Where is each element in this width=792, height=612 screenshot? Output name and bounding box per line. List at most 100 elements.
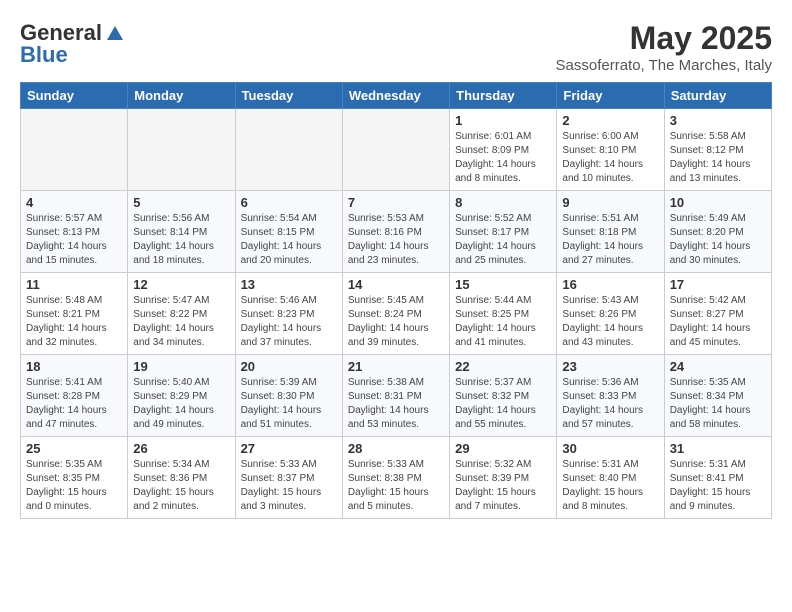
- calendar-cell: [21, 109, 128, 191]
- day-number: 5: [133, 195, 229, 210]
- day-info: Sunrise: 5:37 AM Sunset: 8:32 PM Dayligh…: [455, 376, 551, 432]
- calendar-cell: 3 Sunrise: 5:58 AM Sunset: 8:12 PM Daylig…: [664, 109, 771, 191]
- day-number: 20: [241, 359, 337, 374]
- day-number: 26: [133, 441, 229, 456]
- day-number: 21: [348, 359, 444, 374]
- calendar-cell: 19Sunrise: 5:40 AM Sunset: 8:29 PM Dayli…: [128, 355, 235, 437]
- day-info: Sunrise: 5:35 AM Sunset: 8:35 PM Dayligh…: [26, 458, 122, 514]
- day-number: 16: [562, 277, 658, 292]
- calendar-cell: 6Sunrise: 5:54 AM Sunset: 8:15 PM Daylig…: [235, 191, 342, 273]
- day-number: 8: [455, 195, 551, 210]
- title-area: May 2025 Sassoferrato, The Marches, Ital…: [556, 20, 772, 74]
- calendar-cell: 24 Sunrise: 5:35 AM Sunset: 8:34 PM Dayli…: [664, 355, 771, 437]
- calendar-cell: 16 Sunrise: 5:43 AM Sunset: 8:26 PM Dayli…: [557, 273, 664, 355]
- day-info: Sunrise: 5:53 AM Sunset: 8:16 PM Dayligh…: [348, 212, 444, 268]
- day-info: Sunrise: 5:44 AM Sunset: 8:25 PM Dayligh…: [455, 294, 551, 350]
- day-info: Sunrise: 5:51 AM Sunset: 8:18 PM Dayligh…: [562, 212, 658, 268]
- calendar-cell: 7Sunrise: 5:53 AM Sunset: 8:16 PM Daylig…: [342, 191, 449, 273]
- calendar-cell: [128, 109, 235, 191]
- day-info: Sunrise: 5:31 AM Sunset: 8:41 PM Dayligh…: [670, 458, 766, 514]
- day-info: Sunrise: 5:56 AM Sunset: 8:14 PM Dayligh…: [133, 212, 229, 268]
- day-info: Sunrise: 5:48 AM Sunset: 8:21 PM Dayligh…: [26, 294, 122, 350]
- logo-triangle-icon: [104, 22, 126, 44]
- calendar-cell: 18 Sunrise: 5:41 AM Sunset: 8:28 PM Dayli…: [21, 355, 128, 437]
- day-info: Sunrise: 5:35 AM Sunset: 8:34 PM Dayligh…: [670, 376, 766, 432]
- day-number: 14: [348, 277, 444, 292]
- day-info: Sunrise: 5:36 AM Sunset: 8:33 PM Dayligh…: [562, 376, 658, 432]
- logo-blue-text: Blue: [20, 42, 68, 68]
- calendar-week-row: 4Sunrise: 5:57 AM Sunset: 8:13 PM Daylig…: [21, 191, 772, 273]
- day-number: 13: [241, 277, 337, 292]
- calendar-cell: 10 Sunrise: 5:49 AM Sunset: 8:20 PM Dayli…: [664, 191, 771, 273]
- day-info: Sunrise: 5:39 AM Sunset: 8:30 PM Dayligh…: [241, 376, 337, 432]
- day-info: Sunrise: 5:41 AM Sunset: 8:28 PM Dayligh…: [26, 376, 122, 432]
- calendar-header-row: SundayMondayTuesdayWednesdayThursdayFrid…: [21, 83, 772, 109]
- logo: General Blue: [20, 20, 126, 68]
- calendar-week-row: 18 Sunrise: 5:41 AM Sunset: 8:28 PM Dayli…: [21, 355, 772, 437]
- day-number: 12: [133, 277, 229, 292]
- calendar-cell: 31 Sunrise: 5:31 AM Sunset: 8:41 PM Dayli…: [664, 437, 771, 519]
- day-number: 31: [670, 441, 766, 456]
- calendar-cell: 5 Sunrise: 5:56 AM Sunset: 8:14 PM Daylig…: [128, 191, 235, 273]
- calendar-cell: [342, 109, 449, 191]
- calendar-cell: 8 Sunrise: 5:52 AM Sunset: 8:17 PM Daylig…: [450, 191, 557, 273]
- calendar-table: SundayMondayTuesdayWednesdayThursdayFrid…: [20, 82, 772, 519]
- day-number: 10: [670, 195, 766, 210]
- calendar-cell: 28 Sunrise: 5:33 AM Sunset: 8:38 PM Dayli…: [342, 437, 449, 519]
- calendar-week-row: 25 Sunrise: 5:35 AM Sunset: 8:35 PM Dayli…: [21, 437, 772, 519]
- calendar-week-row: 11Sunrise: 5:48 AM Sunset: 8:21 PM Dayli…: [21, 273, 772, 355]
- calendar-cell: 23 Sunrise: 5:36 AM Sunset: 8:33 PM Dayli…: [557, 355, 664, 437]
- calendar-cell: 30 Sunrise: 5:31 AM Sunset: 8:40 PM Dayli…: [557, 437, 664, 519]
- day-number: 15: [455, 277, 551, 292]
- day-info: Sunrise: 5:43 AM Sunset: 8:26 PM Dayligh…: [562, 294, 658, 350]
- day-number: 22: [455, 359, 551, 374]
- calendar-cell: 15 Sunrise: 5:44 AM Sunset: 8:25 PM Dayli…: [450, 273, 557, 355]
- day-number: 6: [241, 195, 337, 210]
- calendar-cell: 20 Sunrise: 5:39 AM Sunset: 8:30 PM Dayli…: [235, 355, 342, 437]
- calendar-cell: 13 Sunrise: 5:46 AM Sunset: 8:23 PM Dayli…: [235, 273, 342, 355]
- calendar-cell: 17 Sunrise: 5:42 AM Sunset: 8:27 PM Dayli…: [664, 273, 771, 355]
- day-info: Sunrise: 5:33 AM Sunset: 8:37 PM Dayligh…: [241, 458, 337, 514]
- day-info: Sunrise: 5:58 AM Sunset: 8:12 PM Dayligh…: [670, 130, 766, 186]
- day-number: 3: [670, 113, 766, 128]
- day-header-thursday: Thursday: [450, 83, 557, 109]
- day-number: 25: [26, 441, 122, 456]
- calendar-cell: 11Sunrise: 5:48 AM Sunset: 8:21 PM Dayli…: [21, 273, 128, 355]
- month-title: May 2025: [556, 20, 772, 57]
- location: Sassoferrato, The Marches, Italy: [556, 57, 772, 74]
- day-header-wednesday: Wednesday: [342, 83, 449, 109]
- day-info: Sunrise: 5:46 AM Sunset: 8:23 PM Dayligh…: [241, 294, 337, 350]
- calendar-cell: 9Sunrise: 5:51 AM Sunset: 8:18 PM Daylig…: [557, 191, 664, 273]
- day-number: 29: [455, 441, 551, 456]
- day-info: Sunrise: 5:33 AM Sunset: 8:38 PM Dayligh…: [348, 458, 444, 514]
- day-info: Sunrise: 5:42 AM Sunset: 8:27 PM Dayligh…: [670, 294, 766, 350]
- day-number: 1: [455, 113, 551, 128]
- day-number: 30: [562, 441, 658, 456]
- day-header-friday: Friday: [557, 83, 664, 109]
- calendar-cell: 2 Sunrise: 6:00 AM Sunset: 8:10 PM Daylig…: [557, 109, 664, 191]
- calendar-cell: 21Sunrise: 5:38 AM Sunset: 8:31 PM Dayli…: [342, 355, 449, 437]
- calendar-cell: 4Sunrise: 5:57 AM Sunset: 8:13 PM Daylig…: [21, 191, 128, 273]
- day-header-sunday: Sunday: [21, 83, 128, 109]
- day-header-saturday: Saturday: [664, 83, 771, 109]
- day-number: 4: [26, 195, 122, 210]
- day-number: 17: [670, 277, 766, 292]
- day-info: Sunrise: 5:52 AM Sunset: 8:17 PM Dayligh…: [455, 212, 551, 268]
- day-number: 28: [348, 441, 444, 456]
- day-info: Sunrise: 5:31 AM Sunset: 8:40 PM Dayligh…: [562, 458, 658, 514]
- calendar-cell: 22 Sunrise: 5:37 AM Sunset: 8:32 PM Dayli…: [450, 355, 557, 437]
- calendar-cell: 27Sunrise: 5:33 AM Sunset: 8:37 PM Dayli…: [235, 437, 342, 519]
- day-info: Sunrise: 5:32 AM Sunset: 8:39 PM Dayligh…: [455, 458, 551, 514]
- day-info: Sunrise: 5:45 AM Sunset: 8:24 PM Dayligh…: [348, 294, 444, 350]
- day-number: 18: [26, 359, 122, 374]
- day-number: 2: [562, 113, 658, 128]
- day-number: 24: [670, 359, 766, 374]
- day-info: Sunrise: 5:34 AM Sunset: 8:36 PM Dayligh…: [133, 458, 229, 514]
- calendar-cell: 12 Sunrise: 5:47 AM Sunset: 8:22 PM Dayli…: [128, 273, 235, 355]
- page-header: General Blue May 2025 Sassoferrato, The …: [20, 20, 772, 74]
- day-header-tuesday: Tuesday: [235, 83, 342, 109]
- day-number: 23: [562, 359, 658, 374]
- day-info: Sunrise: 6:00 AM Sunset: 8:10 PM Dayligh…: [562, 130, 658, 186]
- day-info: Sunrise: 5:49 AM Sunset: 8:20 PM Dayligh…: [670, 212, 766, 268]
- day-info: Sunrise: 5:47 AM Sunset: 8:22 PM Dayligh…: [133, 294, 229, 350]
